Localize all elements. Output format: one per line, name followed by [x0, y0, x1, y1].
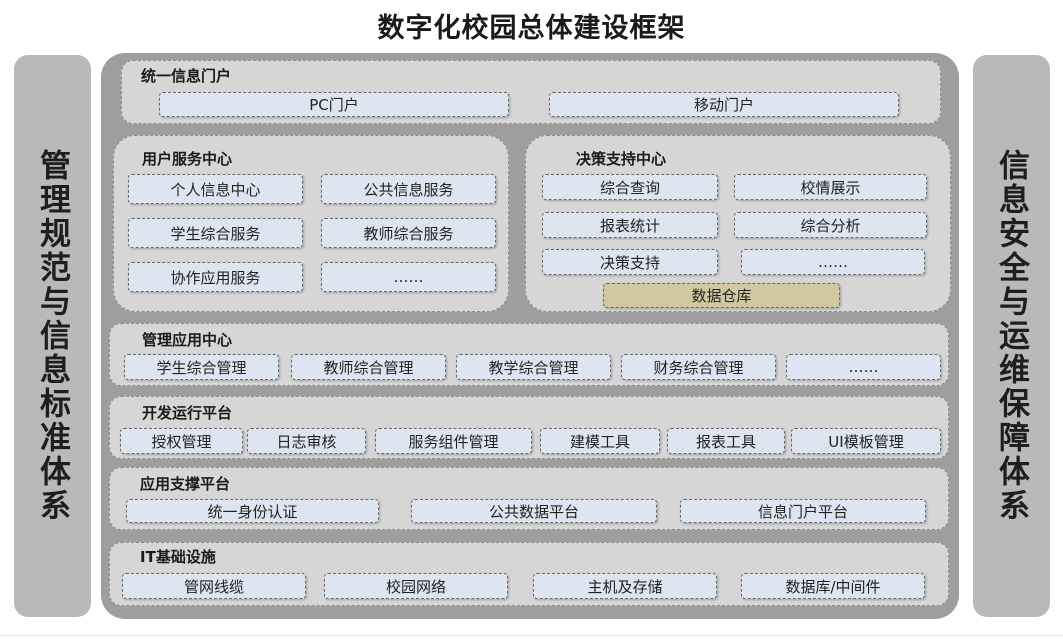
- management-item: 教学综合管理: [456, 354, 611, 380]
- management-panel: 管理应用中心 学生综合管理 教师综合管理 教学综合管理 财务综合管理 ……: [109, 323, 949, 386]
- right-pillar: 信息安全与运维保障体系: [973, 55, 1050, 617]
- management-item: ……: [786, 354, 941, 380]
- app-support-item: 统一身份认证: [126, 499, 379, 523]
- decision-item: 综合分析: [734, 212, 927, 238]
- decision-item: 校情展示: [734, 174, 927, 200]
- left-pillar-label: 管理规范与信息标准体系: [34, 149, 70, 523]
- user-service-item: 公共信息服务: [321, 174, 496, 204]
- app-support-panel: 应用支撑平台 统一身份认证 公共数据平台 信息门户平台: [109, 467, 949, 530]
- decision-item: 决策支持: [542, 249, 718, 275]
- dev-platform-item: 授权管理: [120, 428, 243, 454]
- decision-item: 综合查询: [542, 174, 718, 200]
- dev-platform-item: 建模工具: [540, 428, 660, 454]
- infra-item: 校园网络: [324, 573, 508, 599]
- user-service-item: 学生综合服务: [128, 218, 303, 248]
- infra-item: 主机及存储: [533, 573, 717, 599]
- app-support-item: 信息门户平台: [680, 499, 926, 523]
- infra-panel: IT基础设施 管网线缆 校园网络 主机及存储 数据库/中间件: [109, 542, 949, 606]
- user-service-panel: 用户服务中心 个人信息中心 公共信息服务 学生综合服务 教师综合服务 协作应用服…: [113, 135, 509, 312]
- portal-title: 统一信息门户: [141, 67, 232, 85]
- management-item: 学生综合管理: [124, 354, 279, 380]
- diagram-title: 数字化校园总体建设框架: [377, 13, 686, 44]
- decision-panel: 决策支持中心 综合查询 校情展示 报表统计 综合分析 决策支持 …… 数据仓库: [525, 135, 951, 312]
- dev-platform-title: 开发运行平台: [142, 404, 233, 422]
- user-service-item: 协作应用服务: [128, 262, 303, 292]
- dev-platform-item: 日志审核: [247, 428, 366, 454]
- right-pillar-label: 信息安全与运维保障体系: [993, 149, 1029, 523]
- management-item: 教师综合管理: [291, 354, 446, 380]
- portal-item-mobile: 移动门户: [549, 92, 899, 117]
- divider: [0, 635, 1063, 636]
- data-warehouse-box: 数据仓库: [603, 283, 840, 308]
- decision-item: 报表统计: [542, 212, 718, 238]
- infra-item: 数据库/中间件: [741, 573, 925, 599]
- infra-title: IT基础设施: [140, 548, 216, 566]
- portal-panel: 统一信息门户 PC门户 移动门户: [121, 60, 941, 124]
- app-support-title: 应用支撑平台: [140, 475, 231, 493]
- user-service-item: 个人信息中心: [128, 174, 303, 204]
- app-support-item: 公共数据平台: [411, 499, 657, 523]
- dev-platform-item: 报表工具: [667, 428, 785, 454]
- dev-platform-item: 服务组件管理: [375, 428, 532, 454]
- management-item: 财务综合管理: [621, 354, 776, 380]
- management-title: 管理应用中心: [142, 331, 233, 349]
- dev-platform-item: UI模板管理: [791, 428, 941, 454]
- dev-platform-panel: 开发运行平台 授权管理 日志审核 服务组件管理 建模工具 报表工具 UI模板管理: [109, 396, 949, 459]
- user-service-item: 教师综合服务: [321, 218, 496, 248]
- decision-item: ……: [741, 249, 925, 275]
- decision-title: 决策支持中心: [576, 150, 667, 168]
- framework-container: 统一信息门户 PC门户 移动门户 用户服务中心 个人信息中心 公共信息服务 学生…: [101, 53, 959, 619]
- portal-item-pc: PC门户: [159, 92, 509, 117]
- infra-item: 管网线缆: [122, 573, 306, 599]
- user-service-title: 用户服务中心: [142, 150, 233, 168]
- user-service-item: ……: [321, 262, 496, 292]
- left-pillar: 管理规范与信息标准体系: [14, 55, 91, 617]
